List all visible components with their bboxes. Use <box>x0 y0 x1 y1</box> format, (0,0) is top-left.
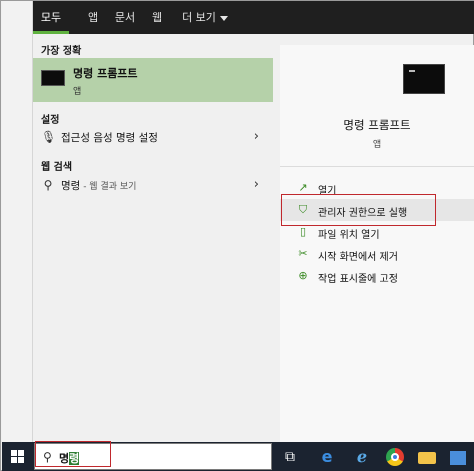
chevron-down-icon <box>219 15 228 21</box>
search-filter-tabs: 모두 앱 문서 웹 더 보기 <box>33 1 474 34</box>
windows-logo-icon[interactable] <box>2 442 34 471</box>
best-match-item[interactable]: 명령 프롬프트 앱 <box>33 58 273 102</box>
section-web-search: 웹 검색 <box>41 162 73 173</box>
search-icon: ⚲ <box>43 178 53 192</box>
settings-result-label: 접근성 음성 명령 설정 <box>61 132 158 144</box>
tab-all[interactable]: 모두 <box>33 1 69 34</box>
settings-result-item[interactable]: 🎙 접근성 음성 명령 설정 › <box>33 126 273 148</box>
store-icon[interactable] <box>447 446 469 468</box>
tab-web[interactable]: 웹 <box>146 1 168 34</box>
command-prompt-icon <box>403 64 445 94</box>
pin-icon: ⊕ <box>298 269 308 282</box>
chevron-right-icon[interactable]: › <box>254 129 259 144</box>
internet-explorer-icon[interactable]: ℯ <box>351 446 373 468</box>
file-explorer-icon[interactable] <box>416 446 438 468</box>
web-result-item[interactable]: ⚲ 명령 - 웹 결과 보기 › <box>33 174 273 196</box>
task-view-icon[interactable]: ⧉ <box>279 446 301 468</box>
divider <box>280 166 474 167</box>
preview-pane: 명령 프롬프트 앱 ↗ 열기 ⛉ 관리자 권한으로 실행 ▯ 파일 위치 열기 … <box>280 45 474 442</box>
run-as-admin-highlight-box <box>281 194 436 226</box>
start-left-strip <box>2 1 33 442</box>
open-icon: ↗ <box>298 181 308 194</box>
microphone-icon: 🎙 <box>41 130 57 144</box>
tab-more[interactable]: 더 보기 <box>176 1 234 34</box>
action-unpin-start[interactable]: ✂ 시작 화면에서 제거 <box>280 243 474 265</box>
tab-more-label: 더 보기 <box>182 11 216 24</box>
start-search-window: 모두 앱 문서 웹 더 보기 가장 정확 명령 프롬프트 앱 설정 🎙 접근성 … <box>0 0 474 471</box>
command-prompt-icon <box>41 70 65 86</box>
results-list: 가장 정확 명령 프롬프트 앱 설정 🎙 접근성 음성 명령 설정 › 웹 검색… <box>33 34 273 442</box>
chrome-icon[interactable] <box>384 446 406 468</box>
file-location-icon: ▯ <box>299 225 307 238</box>
action-pin-taskbar[interactable]: ⊕ 작업 표시줄에 고정 <box>280 265 474 287</box>
tab-documents[interactable]: 문서 <box>112 1 138 34</box>
best-match-subtitle: 앱 <box>73 87 82 97</box>
web-result-suffix: - 웹 결과 보기 <box>80 182 137 192</box>
web-result-label: 명령 - 웹 결과 보기 <box>61 178 136 193</box>
preview-subtitle: 앱 <box>372 140 382 150</box>
action-unpin-start-label: 시작 화면에서 제거 <box>318 252 398 263</box>
section-settings: 설정 <box>41 115 60 126</box>
search-highlight-box <box>35 441 111 467</box>
chevron-right-icon[interactable]: › <box>254 177 259 192</box>
tab-apps[interactable]: 앱 <box>82 1 104 34</box>
web-result-term: 명령 <box>61 180 81 192</box>
action-pin-taskbar-label: 작업 표시줄에 고정 <box>318 274 398 285</box>
edge-icon[interactable]: e <box>316 446 338 468</box>
unpin-icon: ✂ <box>298 247 308 260</box>
section-best-match: 가장 정확 <box>41 46 82 57</box>
preview-title: 명령 프롬프트 <box>343 118 411 132</box>
action-open-file-location-label: 파일 위치 열기 <box>318 230 380 241</box>
best-match-title: 명령 프롬프트 <box>73 67 138 80</box>
